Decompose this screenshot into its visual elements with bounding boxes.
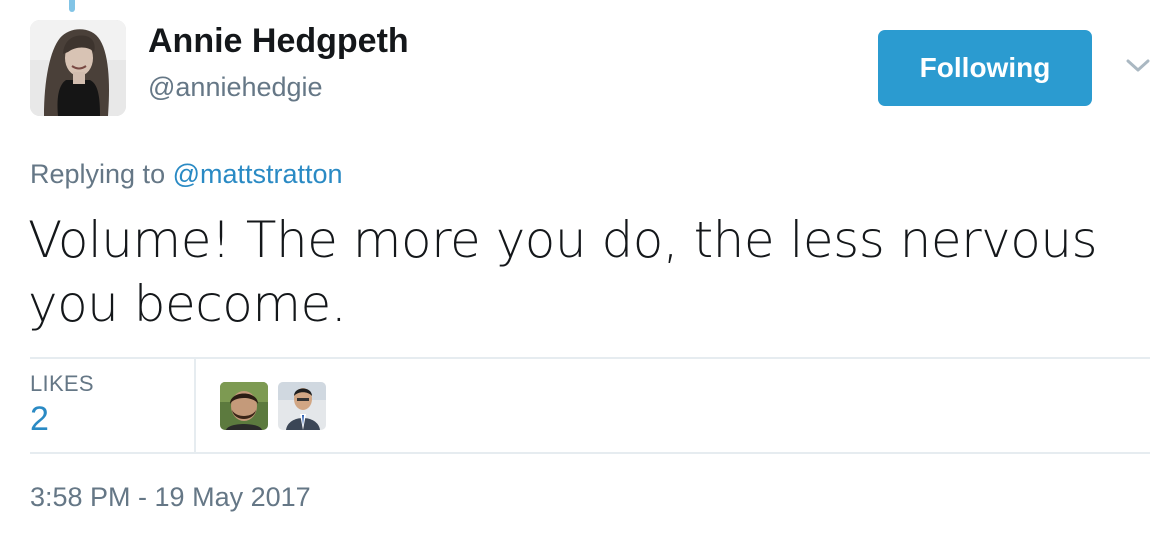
reply-target-link[interactable]: @mattstratton — [173, 159, 343, 189]
chevron-down-icon[interactable] — [1124, 56, 1152, 76]
stats-vertical-divider — [194, 359, 196, 453]
following-button[interactable]: Following — [878, 30, 1092, 106]
thread-connector-line — [69, 0, 75, 12]
divider-top — [30, 357, 1150, 359]
author-handle[interactable]: @anniehedgie — [148, 72, 323, 103]
author-display-name[interactable]: Annie Hedgpeth — [148, 22, 409, 61]
replying-to-label: Replying to — [30, 159, 166, 189]
likes-label: LIKES — [30, 371, 94, 396]
author-avatar[interactable] — [30, 20, 126, 116]
tweet-timestamp[interactable]: 3:58 PM - 19 May 2017 — [30, 482, 311, 513]
avatar-liker-2[interactable] — [278, 382, 326, 430]
tweet-text: Volume! The more you do, the less nervou… — [28, 211, 1098, 333]
avatar-liker-1[interactable] — [220, 382, 268, 430]
likes-count[interactable]: 2 — [30, 400, 49, 439]
divider-bottom — [30, 452, 1150, 454]
replying-to-line: Replying to @mattstratton — [30, 159, 343, 190]
